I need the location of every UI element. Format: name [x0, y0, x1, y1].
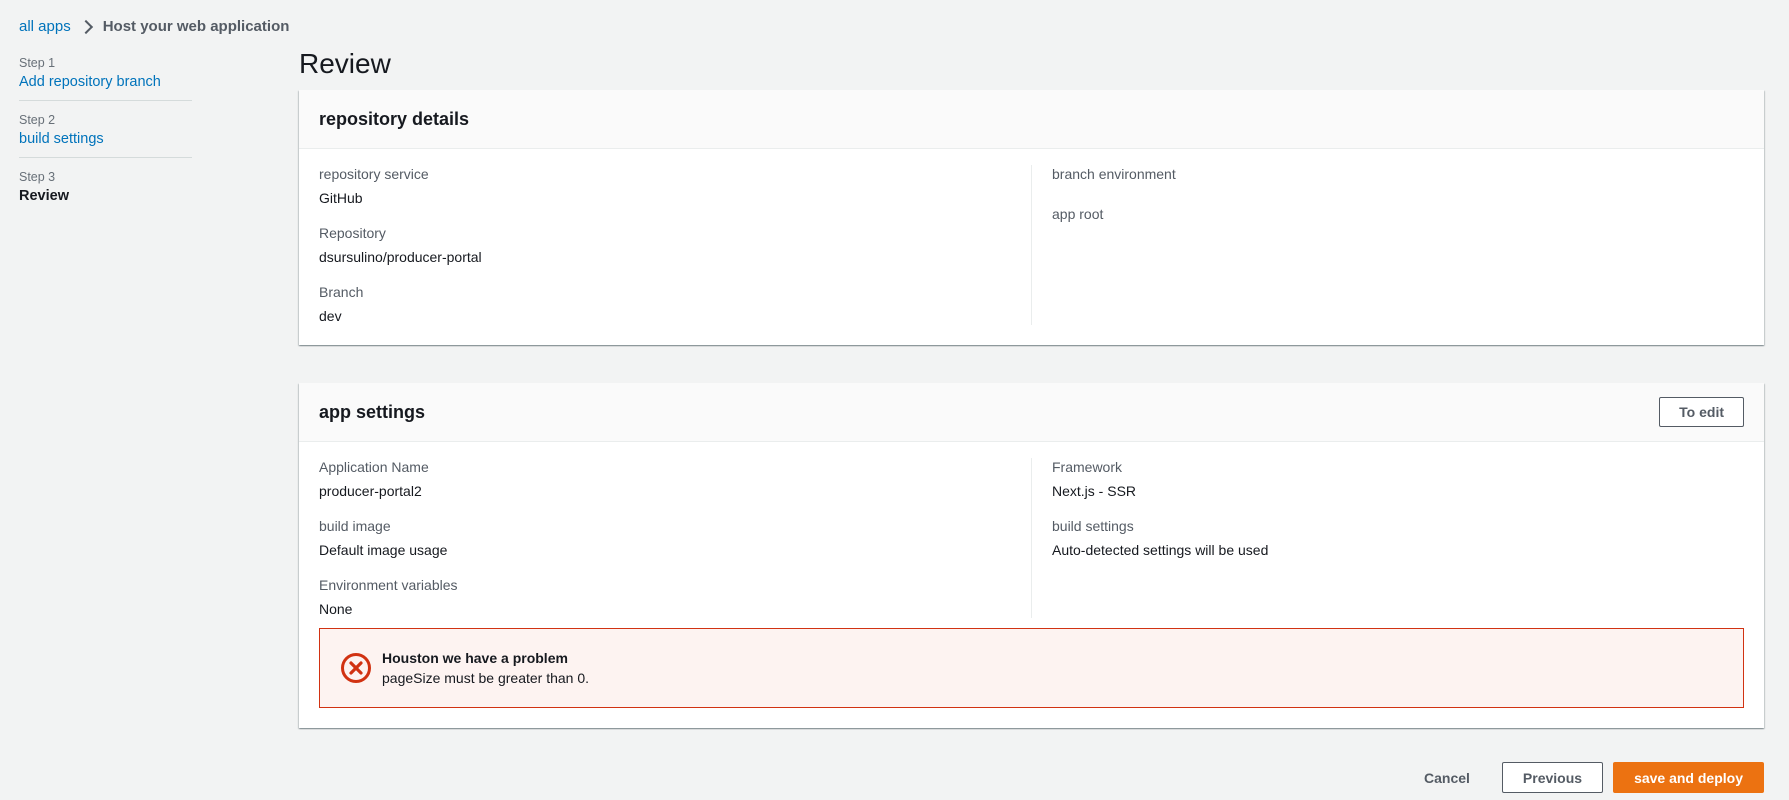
breadcrumb: all apps Host your web application	[19, 18, 289, 35]
app-settings-body: Application Name producer-portal2 build …	[299, 442, 1764, 628]
repository-value: dsursulino/producer-portal	[319, 249, 482, 265]
app-settings-right-column: Framework Next.js - SSR build settings A…	[1032, 458, 1744, 618]
framework-field: Framework Next.js - SSR	[1052, 458, 1744, 500]
save-and-deploy-button[interactable]: save and deploy	[1613, 762, 1764, 793]
error-alert: Houston we have a problem pageSize must …	[319, 628, 1744, 708]
repository-service-label: repository service	[319, 166, 429, 182]
app-settings-panel: app settings To edit Application Name pr…	[299, 383, 1764, 728]
framework-value: Next.js - SSR	[1052, 483, 1137, 499]
cancel-button[interactable]: Cancel	[1404, 762, 1490, 793]
step-3-current: Review	[19, 188, 69, 204]
previous-button[interactable]: Previous	[1501, 762, 1604, 793]
app-settings-title: app settings	[319, 401, 426, 422]
step-1-link[interactable]: Add repository branch	[19, 74, 192, 90]
step-3-number: Step 3	[19, 170, 56, 184]
step-2-number: Step 2	[19, 113, 56, 127]
application-name-value: producer-portal2	[319, 483, 422, 499]
branch-environment-field: branch environment	[1052, 165, 1744, 183]
app-root-field: app root	[1052, 205, 1744, 223]
application-name-field: Application Name producer-portal2	[319, 458, 1011, 500]
environment-variables-field: Environment variables None	[319, 576, 1011, 618]
branch-value: dev	[319, 308, 342, 324]
build-image-label: build image	[319, 518, 391, 534]
breadcrumb-all-apps-link[interactable]: all apps	[19, 18, 71, 35]
build-settings-label: build settings	[1052, 518, 1134, 534]
branch-label: Branch	[319, 284, 364, 300]
environment-variables-value: None	[319, 601, 353, 617]
step-1: Step 1 Add repository branch	[19, 56, 192, 101]
repository-service-value: GitHub	[319, 190, 363, 206]
repository-details-left-column: repository service GitHub Repository dsu…	[319, 165, 1032, 325]
error-alert-content: Houston we have a problem pageSize must …	[382, 650, 589, 686]
branch-environment-label: branch environment	[1052, 166, 1176, 182]
error-alert-title: Houston we have a problem	[382, 650, 568, 666]
wizard-steps: Step 1 Add repository branch Step 2 buil…	[19, 56, 192, 226]
app-settings-header: app settings To edit	[299, 383, 1764, 442]
build-settings-value: Auto-detected settings will be used	[1052, 542, 1269, 558]
repository-details-panel: repository details repository service Gi…	[299, 90, 1764, 345]
build-settings-field: build settings Auto-detected settings wi…	[1052, 517, 1744, 559]
repository-details-body: repository service GitHub Repository dsu…	[299, 149, 1764, 345]
application-name-label: Application Name	[319, 459, 429, 475]
app-root-label: app root	[1052, 206, 1104, 222]
repository-service-field: repository service GitHub	[319, 165, 1011, 207]
repository-field: Repository dsursulino/producer-portal	[319, 224, 1011, 266]
footer-actions: Cancel Previous save and deploy	[1404, 762, 1764, 793]
error-icon	[341, 653, 371, 683]
build-image-value: Default image usage	[319, 542, 448, 558]
build-image-field: build image Default image usage	[319, 517, 1011, 559]
repository-details-header: repository details	[299, 90, 1764, 149]
step-2: Step 2 build settings	[19, 113, 192, 158]
chevron-right-icon	[78, 19, 93, 34]
framework-label: Framework	[1052, 459, 1123, 475]
environment-variables-label: Environment variables	[319, 577, 458, 593]
edit-app-settings-button[interactable]: To edit	[1659, 397, 1744, 427]
step-2-link[interactable]: build settings	[19, 131, 192, 147]
app-settings-left-column: Application Name producer-portal2 build …	[319, 458, 1032, 618]
page-title: Review	[299, 48, 391, 79]
step-1-number: Step 1	[19, 56, 56, 70]
branch-field: Branch dev	[319, 283, 1011, 325]
breadcrumb-current: Host your web application	[102, 18, 290, 35]
step-3: Step 3 Review	[19, 170, 192, 214]
repository-details-title: repository details	[319, 108, 470, 129]
error-alert-message: pageSize must be greater than 0.	[382, 670, 590, 686]
repository-details-right-column: branch environment app root	[1032, 165, 1744, 325]
repository-label: Repository	[319, 225, 386, 241]
